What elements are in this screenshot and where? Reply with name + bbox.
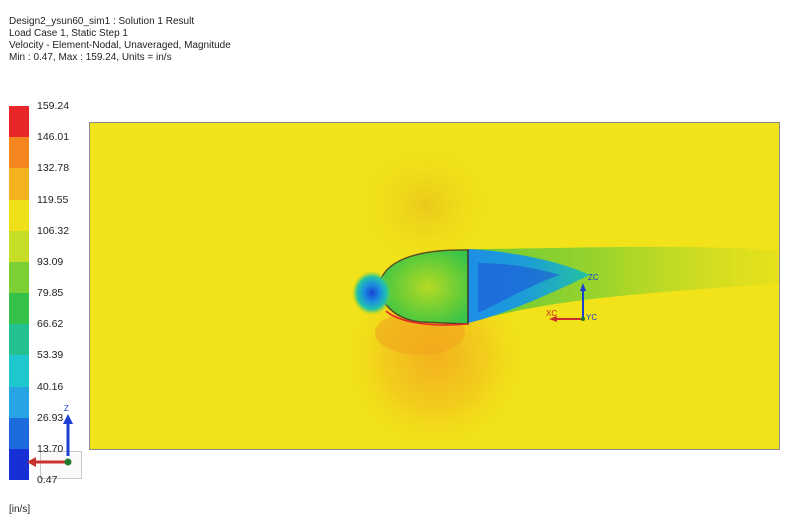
legend-color-segment (9, 137, 29, 169)
legend-value-label: 40.16 (37, 380, 64, 393)
legend-value-label: 0.47 (37, 474, 58, 486)
legend-value-label: 79.85 (37, 287, 64, 299)
legend-value-label: 93.09 (37, 255, 64, 268)
legend-value-label: 106.32 (37, 224, 70, 237)
result-header: Design2_ysun60_sim1 : Solution 1 Result … (9, 16, 231, 64)
legend-value-label: 159.24 (37, 100, 70, 112)
legend-value-label: 132.78 (37, 162, 70, 175)
plot-area[interactable]: ZC XC YC (89, 122, 780, 450)
view-triad-z-label: Z (64, 404, 69, 413)
legend-color-segment (9, 106, 29, 138)
velocity-contour (90, 123, 779, 449)
csys-yc-label: YC (586, 313, 598, 322)
legend-color-segment (9, 324, 29, 356)
legend-value-label: 66.62 (37, 318, 64, 331)
result-viewport[interactable]: Design2_ysun60_sim1 : Solution 1 Result … (0, 0, 791, 520)
legend-color-segment (9, 199, 29, 232)
legend-value-label: 53.39 (37, 349, 64, 362)
legend-units-label: [in/s] (9, 504, 31, 515)
legend-color-segment (9, 168, 29, 200)
legend-color-segment (9, 261, 29, 294)
legend-value-label: 119.55 (37, 193, 69, 206)
legend-value-label: 146.01 (37, 131, 70, 144)
legend-value-label: 26.93 (37, 411, 64, 424)
result-title: Design2_ysun60_sim1 : Solution 1 Result (9, 16, 195, 27)
legend-value-label: 13.70 (37, 442, 64, 455)
load-case-label: Load Case 1, Static Step 1 (9, 28, 128, 39)
result-type-label: Velocity - Element-Nodal, Unaveraged, Ma… (9, 40, 231, 51)
legend-color-segment (9, 230, 29, 263)
legend-color-segment (9, 355, 29, 387)
csys-zc-label: ZC (588, 273, 599, 282)
min-max-label: Min : 0.47, Max : 159.24, Units = in/s (9, 52, 172, 63)
csys-xc-label: XC (546, 309, 558, 318)
legend-color-segment (9, 293, 29, 325)
